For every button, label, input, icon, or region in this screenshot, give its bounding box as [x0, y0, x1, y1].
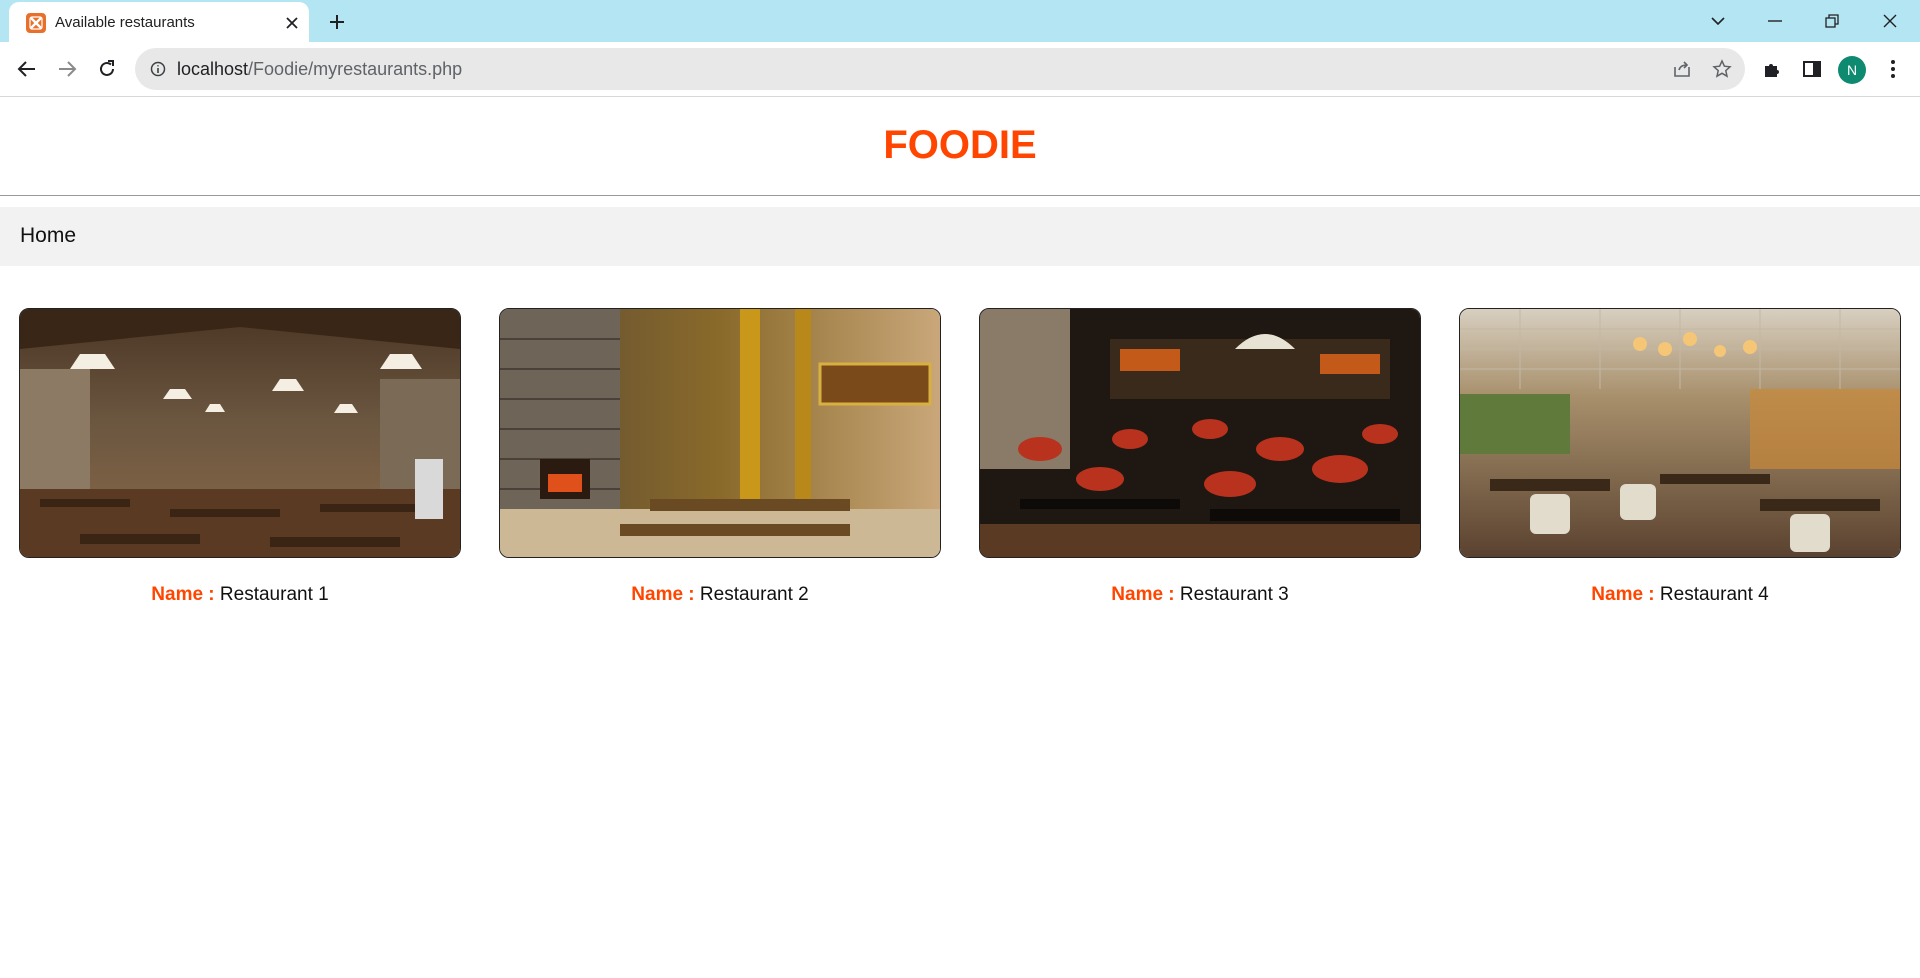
- restaurant-name: Restaurant 2: [699, 584, 809, 605]
- name-label: Name :: [1591, 584, 1660, 605]
- restaurant-card: Name : Restaurant 4: [1459, 308, 1901, 606]
- restaurant-card: Name : Restaurant 1: [19, 308, 461, 606]
- name-label: Name :: [1111, 584, 1180, 605]
- restaurant-caption: Name : Restaurant 4: [1459, 584, 1901, 606]
- profile-avatar[interactable]: N: [1838, 56, 1866, 84]
- browser-toolbar: localhost/Foodie/myrestaurants.php: [0, 42, 1920, 97]
- restore-icon[interactable]: [1804, 0, 1860, 42]
- nav-home-link[interactable]: Home: [20, 224, 76, 248]
- tab-search-chevron-icon[interactable]: [1690, 0, 1746, 42]
- share-icon[interactable]: [1669, 56, 1695, 82]
- restaurant-name: Restaurant 4: [1659, 584, 1769, 605]
- site-info-icon[interactable]: [147, 58, 169, 80]
- name-label: Name :: [631, 584, 700, 605]
- browser-menu-kebab-icon[interactable]: [1876, 52, 1910, 86]
- url-text[interactable]: localhost/Foodie/myrestaurants.php: [177, 59, 462, 80]
- url-path: /Foodie/myrestaurants.php: [248, 59, 463, 79]
- nav-bar: Home: [0, 207, 1920, 266]
- name-label: Name :: [151, 584, 220, 605]
- minimize-icon[interactable]: [1747, 0, 1803, 42]
- address-bar[interactable]: localhost/Foodie/myrestaurants.php: [135, 48, 1745, 90]
- restaurant-caption: Name : Restaurant 3: [979, 584, 1421, 606]
- restaurant-1-photo[interactable]: [19, 308, 461, 558]
- browser-tab-active[interactable]: Available restaurants: [9, 2, 309, 43]
- site-brand-title: FOODIE: [883, 123, 1037, 167]
- restaurant-caption: Name : Restaurant 1: [19, 584, 461, 606]
- browser-tab-strip: Available restaurants: [0, 0, 1920, 43]
- restaurant-2-photo[interactable]: [499, 308, 941, 558]
- back-arrow-icon[interactable]: [10, 52, 44, 86]
- close-tab-icon[interactable]: [279, 10, 305, 36]
- bookmark-star-icon[interactable]: [1709, 56, 1735, 82]
- restaurant-4-photo[interactable]: [1459, 308, 1901, 558]
- new-tab-icon[interactable]: [323, 8, 351, 36]
- reload-icon[interactable]: [90, 52, 124, 86]
- tab-title: Available restaurants: [55, 14, 195, 31]
- site-header: FOODIE: [0, 97, 1920, 196]
- side-panel-icon[interactable]: [1795, 52, 1829, 86]
- restaurant-card: Name : Restaurant 2: [499, 308, 941, 606]
- restaurant-name: Restaurant 1: [219, 584, 329, 605]
- xampp-favicon-icon: [26, 13, 46, 33]
- close-window-icon[interactable]: [1862, 0, 1918, 42]
- forward-arrow-icon[interactable]: [50, 52, 84, 86]
- url-host: localhost: [177, 59, 249, 79]
- restaurant-name: Restaurant 3: [1179, 584, 1289, 605]
- extensions-puzzle-icon[interactable]: [1755, 52, 1789, 86]
- restaurant-3-photo[interactable]: [979, 308, 1421, 558]
- restaurant-card: Name : Restaurant 3: [979, 308, 1421, 606]
- restaurant-caption: Name : Restaurant 2: [499, 584, 941, 606]
